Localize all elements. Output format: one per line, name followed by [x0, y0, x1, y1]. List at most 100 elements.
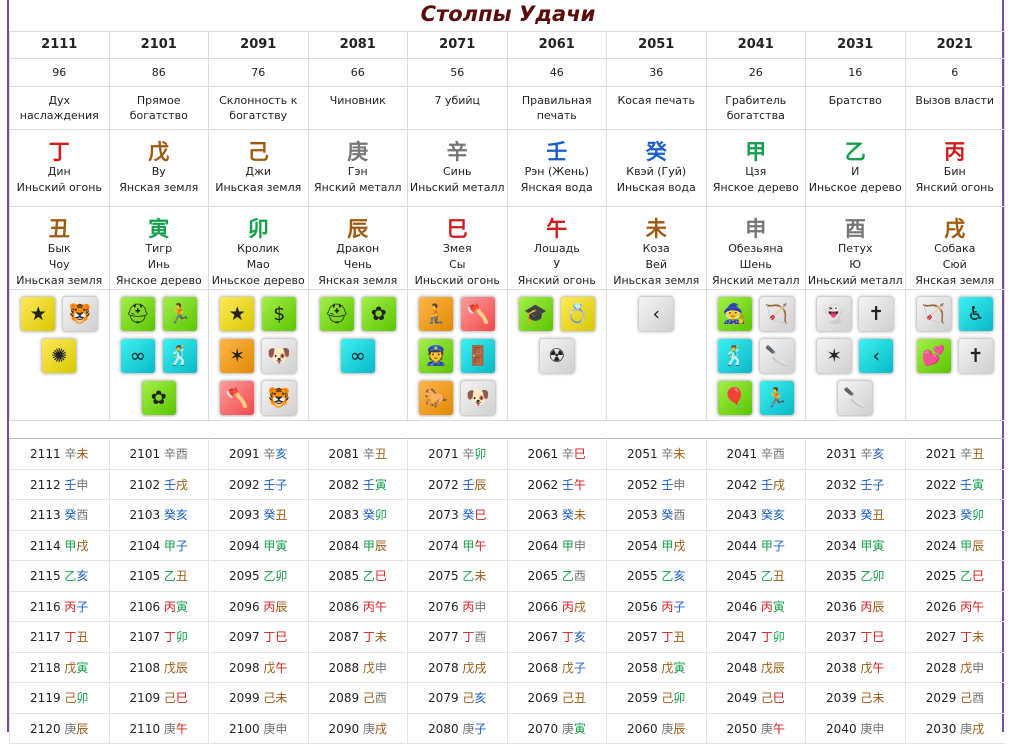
ghost-icon[interactable]: 👻	[816, 296, 853, 332]
annual-pillar: 2091 辛亥	[229, 447, 288, 462]
ten-god-label: Склонность к богатству	[208, 86, 309, 130]
symbol-icons: ⛑ ✿ ∞	[310, 296, 406, 374]
pillar-year: 2101	[108, 31, 209, 59]
arrow-left-icon[interactable]: ‹	[638, 296, 675, 332]
branch-glyph: 申	[745, 217, 767, 241]
dog-icon[interactable]: 🐶	[261, 338, 298, 374]
stem-name: Джи	[245, 165, 272, 178]
row-age: 96 86 76 66 56 46 36 26 16 6	[9, 58, 1005, 87]
annual-pillar-cell: 2088 戊申	[307, 652, 408, 683]
heavenly-stem: 庚 Гэн Янский металл	[307, 129, 408, 207]
star-icon[interactable]: ★	[20, 296, 57, 332]
annual-pillar: 2117 丁丑	[30, 630, 89, 645]
horse-icon[interactable]: 🐎	[418, 380, 455, 416]
annual-pillar-cell: 2069 己丑	[506, 682, 607, 714]
red-star-icon[interactable]: ✶	[219, 338, 256, 374]
thief-icon[interactable]: 🏃	[758, 380, 795, 416]
row-stem: 丁 Дин Иньский огонь 戊 Ву Янская земля 己 Джи Иньс…	[9, 129, 1005, 207]
knife-icon[interactable]: 🔪	[758, 338, 795, 374]
earthly-branch: 巳 Змея Сы Иньский огонь	[407, 206, 508, 290]
red-star-icon[interactable]: ✶	[816, 338, 853, 374]
annual-pillar: 2119 己卯	[30, 691, 89, 706]
rings-icon[interactable]: 💍	[559, 296, 596, 332]
grave-icon[interactable]: ✝	[957, 338, 994, 374]
tiger-icon[interactable]: 🐯	[62, 296, 99, 332]
bow-arrow-icon[interactable]: 🏹	[758, 296, 795, 332]
heavenly-stem: 己 Джи Иньская земля	[208, 129, 309, 207]
annual-pillar: 2105 乙丑	[129, 569, 188, 584]
annual-pillar: 2069 己丑	[527, 691, 586, 706]
earthly-branch: 戌 Собака Сюй Янская земля	[904, 206, 1005, 290]
sitting-person-icon[interactable]: 🧎	[418, 296, 455, 332]
swirl-icon[interactable]: ✺	[41, 338, 78, 374]
earthly-branch: 丑 Бык Чоу Иньская земля	[9, 206, 110, 290]
wizard-icon[interactable]: 🧙	[716, 296, 753, 332]
stem-element: Иньская вода	[616, 181, 696, 194]
annual-pillar-cell: 2063 癸未	[506, 499, 607, 531]
star-icon[interactable]: ★	[219, 296, 256, 332]
annual-pillar-cell: 2040 庚申	[805, 713, 905, 744]
annual-pillar: 2104 甲子	[129, 538, 188, 553]
axe-icon[interactable]: 🪓	[219, 380, 256, 416]
flower-icon[interactable]: ✿	[140, 380, 177, 416]
annual-pillar-cell: 2024 甲辰	[904, 530, 1005, 561]
dancer-icon[interactable]: 🕺	[161, 338, 198, 374]
annual-pillar-cell: 2100 庚申	[208, 713, 308, 744]
annual-pillar: 2029 己酉	[925, 691, 985, 706]
branch-element: Янский огонь	[517, 274, 596, 287]
helmet-icon[interactable]: ⛑	[119, 296, 156, 332]
balloons-icon[interactable]: 🎈	[716, 380, 753, 416]
page-title: Столпы Удачи	[420, 2, 596, 26]
money-bag-icon[interactable]: $	[261, 296, 298, 332]
annual-pillar-cell: 2047 丁卯	[705, 621, 806, 653]
bow-arrow-icon[interactable]: 🏹	[915, 296, 952, 332]
annual-pillar-cell: 2059 己卯	[606, 682, 706, 714]
knife-icon[interactable]: 🔪	[837, 380, 874, 416]
annual-pillar-cell: 2067 丁亥	[506, 621, 607, 653]
stem-glyph: 己	[247, 140, 269, 164]
handcuffs-icon[interactable]: ∞	[339, 338, 376, 374]
annual-pillar-cell: 2086 丙午	[307, 591, 408, 622]
grave-icon[interactable]: ✝	[858, 296, 895, 332]
heavenly-stem: 乙 И Иньское дерево	[805, 129, 906, 207]
dog-icon[interactable]: 🐶	[460, 380, 497, 416]
pillar-age: 96	[9, 58, 110, 87]
hearts-icon[interactable]: 💕	[915, 338, 952, 374]
dancer-icon[interactable]: 🕺	[716, 338, 753, 374]
annual-pillar: 2035 乙卯	[826, 569, 885, 584]
pillar-age: 36	[606, 58, 707, 87]
flower-icon[interactable]: ✿	[360, 296, 397, 332]
heavenly-stem: 戊 Ву Янская земля	[108, 129, 209, 207]
annual-pillar-cell: 2031 辛亥	[805, 438, 905, 470]
annual-pillar-cell: 2092 壬子	[208, 469, 308, 500]
annual-pillar-cell: 2117 丁丑	[9, 621, 109, 653]
annual-pillar-cell: 2034 甲寅	[805, 530, 905, 561]
tiger-icon[interactable]: 🐯	[261, 380, 298, 416]
annual-pillar-cell: 2078 戊戌	[407, 652, 507, 683]
annual-pillar: 2030 庚戌	[925, 721, 985, 736]
wheelchair-icon[interactable]: ♿	[957, 296, 994, 332]
symbol-icons: 🏹 ♿ 💕 ✝	[907, 296, 1003, 374]
axe-icon[interactable]: 🪓	[460, 296, 497, 332]
dog-icon-glyph: 🐶	[267, 345, 292, 367]
annual-pillar: 2095 乙卯	[229, 569, 288, 584]
annual-pillar: 2081 辛丑	[328, 447, 387, 462]
officer-icon[interactable]: 👮	[418, 338, 455, 374]
helmet-icon[interactable]: ⛑	[318, 296, 355, 332]
exit-door-icon[interactable]: 🚪	[460, 338, 497, 374]
annual-pillar: 2056 丙子	[627, 599, 686, 614]
row-icons: ★ 🐯 ✺ ⛑ 🏃 ∞ 🕺 ✿ ★ $ ✶ 🐶 🪓 🐯 ⛑ ✿ ∞ 🧎 🪓 👮 🚪 🐎 🐶 🎓 💍 ☢ ‹ 🧙 🏹 🕺 🔪 🎈 🏃 👻 ✝ ✶ ‹ 🔪 🏹 ♿…	[9, 289, 1005, 421]
annual-pillar: 2050 庚午	[726, 721, 785, 736]
annual-pillar: 2052 壬申	[627, 477, 686, 492]
handcuffs-icon[interactable]: ∞	[119, 338, 156, 374]
annual-pillar-cell: 2049 己巳	[705, 682, 806, 714]
thief-icon[interactable]: 🏃	[161, 296, 198, 332]
annual-pillar: 2055 乙亥	[627, 569, 686, 584]
annual-pillar: 2115 乙亥	[30, 569, 89, 584]
annual-pillar: 2036 丙辰	[826, 599, 885, 614]
hazard-icon[interactable]: ☢	[538, 338, 575, 374]
annual-pillar: 2097 丁巳	[229, 630, 288, 645]
graduation-cap-icon[interactable]: 🎓	[517, 296, 554, 332]
dog-icon-glyph: 🐶	[466, 387, 491, 409]
arrow-left-icon[interactable]: ‹	[858, 338, 895, 374]
